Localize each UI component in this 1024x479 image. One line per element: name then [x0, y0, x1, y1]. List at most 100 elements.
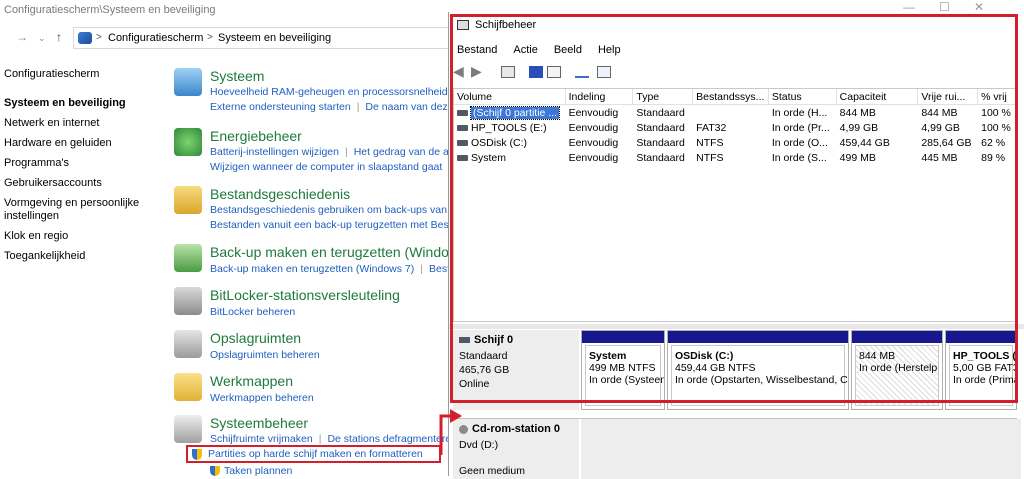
- disk-title: Schijf 0: [459, 334, 513, 346]
- lock-key-icon: [174, 287, 202, 315]
- table-cell: FAT32: [696, 122, 727, 134]
- category-link[interactable]: Het gedrag van de aan/uit-knoppen wijzig…: [354, 146, 452, 158]
- category-link[interactable]: Schijfruimte vrijmaken: [210, 433, 313, 445]
- disk-0-label[interactable]: Schijf 0 Standaard 465,76 GB Online: [453, 330, 579, 410]
- cdrom-drive: Dvd (D:): [459, 439, 499, 451]
- column-header[interactable]: Vrije rui...: [918, 89, 979, 104]
- sidebar-item-toegankelijkheid[interactable]: Toegankelijkheid: [4, 250, 164, 263]
- table-cell: 4,99 GB: [921, 122, 960, 134]
- table-cell: Standaard: [636, 152, 685, 164]
- chevron-right-icon[interactable]: >: [96, 32, 102, 43]
- sidebar-item-hardware[interactable]: Hardware en geluiden: [4, 137, 164, 150]
- task-scheduler-link[interactable]: Taken plannen: [224, 465, 292, 477]
- category-title[interactable]: Bestandsgeschiedenis: [210, 186, 350, 202]
- menu-actie[interactable]: Actie: [505, 42, 545, 60]
- column-header[interactable]: Capaciteit: [837, 89, 919, 104]
- back-arrow-icon[interactable]: →: [16, 30, 28, 44]
- disk-state: Online: [459, 378, 490, 390]
- category-title[interactable]: Opslagruimten: [210, 330, 301, 346]
- partition-bar: [582, 331, 664, 343]
- sidebar-item-netwerk[interactable]: Netwerk en internet: [4, 117, 164, 130]
- category-title[interactable]: Werkmappen: [210, 373, 293, 389]
- table-cell: 445 MB: [921, 152, 958, 164]
- partition-osdisk[interactable]: OSDisk (C:) 459,44 GB NTFS In orde (Opst…: [667, 330, 849, 410]
- disk-management-window: Schijfbeheer Bestand Actie Beeld Help ◀ …: [448, 12, 1024, 479]
- category-link[interactable]: Bestandsgeschiedenis gebruiken om back-u…: [210, 204, 452, 216]
- back-icon[interactable]: ◀: [453, 63, 467, 79]
- table-cell: 285,64 GB: [921, 137, 972, 149]
- cdrom-label[interactable]: Cd-rom-station 0 Dvd (D:) Geen medium: [453, 419, 579, 479]
- breadcrumb-item[interactable]: Configuratiescherm: [108, 32, 203, 44]
- sidebar-item-gebruikersaccounts[interactable]: Gebruikersaccounts: [4, 177, 164, 190]
- table-cell: In orde (O...: [771, 137, 828, 149]
- category-link[interactable]: Back-up maken en terugzetten (Windows 7): [210, 263, 414, 275]
- pane-splitter[interactable]: [449, 324, 1024, 329]
- up-arrow-icon[interactable]: ↑: [56, 30, 62, 44]
- cdrom-row: Cd-rom-station 0 Dvd (D:) Geen medium: [453, 418, 1021, 479]
- menu-help[interactable]: Help: [590, 42, 629, 60]
- table-cell: Eenvoudig: [568, 152, 619, 164]
- menu-bestand[interactable]: Bestand: [449, 42, 505, 60]
- sidebar-item-vormgeving[interactable]: Vormgeving en persoonlijke instellingen: [4, 197, 164, 223]
- sidebar-item-klok[interactable]: Klok en regio: [4, 230, 164, 243]
- column-header[interactable]: Status: [769, 89, 837, 104]
- sidebar-item-configuratiescherm[interactable]: Configuratiescherm: [4, 68, 164, 81]
- cdrom-empty-area: [581, 419, 1021, 479]
- category-link[interactable]: Batterij-instellingen wijzigen: [210, 146, 339, 158]
- partitions-link[interactable]: Partities op harde schijf maken en forma…: [208, 448, 423, 460]
- column-header[interactable]: Bestandssys...: [693, 89, 769, 104]
- help-icon[interactable]: [529, 66, 543, 78]
- category-link[interactable]: Wijzigen wanneer de computer in slaapsta…: [210, 161, 442, 173]
- cdrom-name: Cd-rom-station 0: [472, 423, 560, 435]
- category-list: Systeem Hoeveelheid RAM-geheugen en proc…: [172, 44, 452, 476]
- column-header[interactable]: Volume: [454, 89, 566, 104]
- partition-hptools[interactable]: HP_TOOLS (E:) 5,00 GB FAT32 In orde (Pri…: [945, 330, 1017, 410]
- table-row[interactable]: HP_TOOLS (E:) Eenvoudig Standaard FAT32 …: [454, 121, 1016, 136]
- breadcrumb-item[interactable]: Systeem en beveiliging: [218, 32, 331, 44]
- table-cell: [693, 106, 769, 121]
- table-cell: 4,99 GB: [839, 122, 879, 134]
- column-header[interactable]: Type: [633, 89, 694, 104]
- partition-name: System: [589, 350, 627, 362]
- disk-size: 465,76 GB: [459, 364, 510, 376]
- category-link[interactable]: Opslagruimten beheren: [210, 349, 320, 361]
- recent-dropdown-icon[interactable]: ⌄: [38, 33, 46, 44]
- category-title[interactable]: Systeembeheer: [210, 415, 308, 431]
- category-title[interactable]: BitLocker-stationsversleuteling: [210, 287, 400, 303]
- category-link[interactable]: De stations defragmenteren en optimalise…: [327, 433, 452, 445]
- column-header[interactable]: % vrij: [978, 89, 1016, 104]
- column-header[interactable]: Indeling: [566, 89, 634, 104]
- category-link[interactable]: Werkmappen beheren: [210, 392, 314, 404]
- list-view-icon[interactable]: [597, 66, 611, 78]
- table-cell: Standaard: [636, 107, 685, 119]
- disk-icon: [459, 337, 470, 344]
- volume-cell: (Schijf 0 partitie ...: [454, 106, 566, 121]
- category-link[interactable]: Bestanden vanuit een back-up terugzetten…: [210, 219, 452, 231]
- table-row[interactable]: System Eenvoudig Standaard NTFS In orde …: [454, 151, 1016, 166]
- partition-bar: [668, 331, 848, 343]
- disk-name: Schijf 0: [474, 334, 514, 346]
- menu-beeld[interactable]: Beeld: [546, 42, 590, 60]
- chevron-right-icon[interactable]: >: [207, 32, 213, 43]
- partition-system[interactable]: System 499 MB NTFS In orde (Systeem: [581, 330, 665, 410]
- key-icon[interactable]: [575, 66, 589, 78]
- category-title[interactable]: Energiebeheer: [210, 128, 302, 144]
- category-link[interactable]: De naam van deze computer weergeven: [365, 101, 452, 113]
- window-title: Schijfbeheer: [475, 19, 537, 31]
- sidebar-item-systeem-beveiliging[interactable]: Systeem en beveiliging: [4, 97, 164, 110]
- partition-status: In orde (Herstelp: [859, 362, 938, 374]
- category-link[interactable]: Hoeveelheid RAM-geheugen en processorsne…: [210, 86, 452, 98]
- disk-graphical-view: Schijf 0 Standaard 465,76 GB Online Syst…: [453, 330, 1021, 479]
- partition-recovery[interactable]: 844 MB In orde (Herstelp: [851, 330, 943, 410]
- partition-status: In orde (Systeem: [589, 374, 665, 386]
- sidebar-item-programmas[interactable]: Programma's: [4, 157, 164, 170]
- table-row[interactable]: OSDisk (C:) Eenvoudig Standaard NTFS In …: [454, 136, 1016, 151]
- category-title[interactable]: Systeem: [210, 68, 264, 84]
- category-link[interactable]: Externe ondersteuning starten: [210, 101, 351, 113]
- properties-icon[interactable]: [547, 66, 561, 78]
- console-icon[interactable]: [501, 66, 515, 78]
- category-link[interactable]: BitLocker beheren: [210, 306, 295, 318]
- table-row[interactable]: (Schijf 0 partitie ... Eenvoudig Standaa…: [454, 106, 1016, 121]
- forward-icon[interactable]: ▶: [471, 63, 485, 79]
- category-title[interactable]: Back-up maken en terugzetten (Windows 7): [210, 244, 452, 260]
